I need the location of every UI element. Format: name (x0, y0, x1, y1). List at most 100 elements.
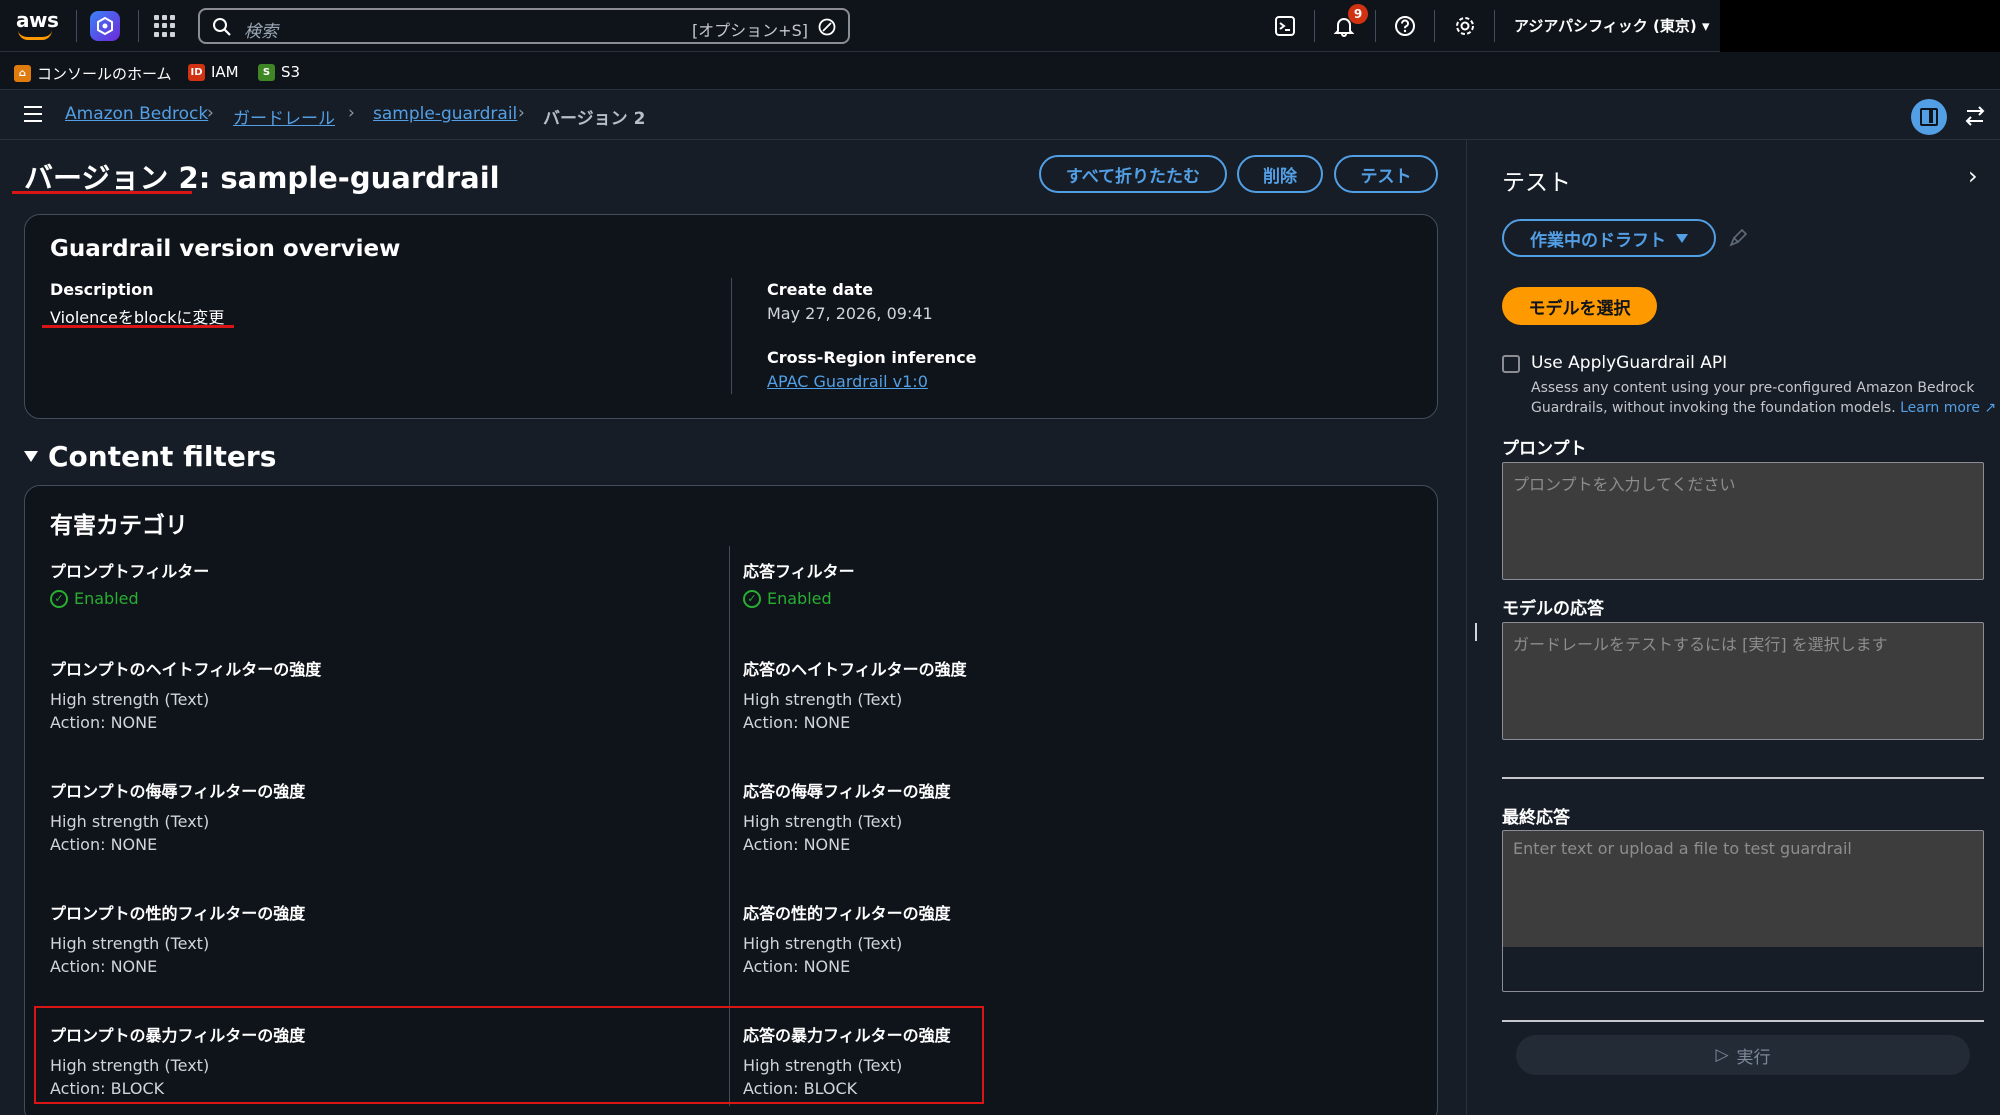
collapse-panel-chevron-icon[interactable]: › (1968, 162, 1978, 190)
aws-logo[interactable]: aws (16, 8, 59, 44)
response-hate-filter: 応答のヘイトフィルターの強度 High strength (Text) Acti… (743, 656, 967, 732)
favorite-console-home[interactable]: ⌂ コンソールのホーム (14, 63, 172, 84)
final-response-label: 最終応答 (1502, 808, 1570, 828)
nav-divider (1375, 10, 1376, 42)
breadcrumb-sample-guardrail[interactable]: sample-guardrail (373, 104, 517, 124)
divider (1502, 1020, 1984, 1022)
cross-region-label: Cross-Region inference (767, 348, 977, 367)
split-panel-toggle-icon[interactable] (1911, 99, 1947, 135)
settings-gear-icon[interactable] (1451, 12, 1479, 40)
collapse-all-button[interactable]: すべて折りたたむ (1039, 155, 1227, 193)
cross-region-link[interactable]: APAC Guardrail v1:0 (767, 372, 928, 391)
highlight-underline (42, 325, 234, 328)
prompt-placeholder: プロンプトを入力してください (1513, 475, 1736, 494)
filter-strength: High strength (Text) (743, 812, 903, 831)
prompt-filter-label: プロンプトフィルター (50, 562, 210, 581)
description-line-text: Guardrails, without invoking the foundat… (1531, 400, 1896, 416)
favorite-label: IAM (211, 63, 239, 81)
filter-label: 応答の侮辱フィルターの強度 (743, 782, 951, 801)
harmful-categories-title: 有害カテゴリ (50, 513, 188, 539)
filter-label: 応答のヘイトフィルターの強度 (743, 660, 967, 679)
highlight-box (34, 1006, 984, 1104)
favorite-label: コンソールのホーム (37, 65, 172, 83)
search-input[interactable]: 検索 [オプション+S] (198, 8, 850, 44)
response-sexual-filter: 応答の性的フィルターの強度 High strength (Text) Actio… (743, 900, 951, 976)
response-insults-filter: 応答の侮辱フィルターの強度 High strength (Text) Actio… (743, 778, 951, 854)
cloudshell-icon[interactable] (1271, 12, 1299, 40)
apply-guardrail-description: Assess any content using your pre-config… (1531, 378, 1996, 418)
delete-button[interactable]: 削除 (1237, 155, 1323, 193)
description-line: Guardrails, without invoking the foundat… (1531, 398, 1996, 418)
aws-logo-text: aws (16, 8, 59, 32)
filter-strength: High strength (Text) (743, 934, 903, 953)
apply-guardrail-checkbox[interactable] (1502, 355, 1520, 373)
search-icon (213, 18, 231, 36)
favorite-s3[interactable]: S S3 (258, 63, 300, 81)
filter-action: Action: NONE (743, 957, 851, 976)
prompt-hate-filter: プロンプトのヘイトフィルターの強度 High strength (Text) A… (50, 656, 321, 732)
test-panel-title: テスト (1502, 170, 1571, 196)
prompt-sexual-filter: プロンプトの性的フィルターの強度 High strength (Text) Ac… (50, 900, 305, 976)
panel-resize-handle[interactable] (1475, 623, 1477, 641)
column-divider (731, 278, 732, 394)
s3-icon: S (258, 63, 275, 81)
breadcrumb-guardrails[interactable]: ガードレール (233, 104, 335, 129)
run-button-label: 実行 (1736, 1047, 1771, 1068)
chevron-right-icon: › (207, 103, 214, 123)
final-response-textarea[interactable]: Enter text or upload a file to test guar… (1502, 830, 1984, 992)
breadcrumb-amazon-bedrock[interactable]: Amazon Bedrock (65, 104, 208, 124)
favorite-label: S3 (281, 63, 301, 81)
services-grid-icon[interactable] (154, 15, 176, 37)
create-date-value: May 27, 2026, 09:41 (767, 304, 933, 323)
prompt-insults-filter: プロンプトの侮辱フィルターの強度 High strength (Text) Ac… (50, 778, 305, 854)
check-circle-icon: ✓ (743, 589, 761, 608)
help-icon[interactable] (1391, 12, 1419, 40)
iam-icon: ID (188, 63, 205, 81)
status-text: Enabled (74, 589, 139, 608)
swap-icon[interactable] (1964, 104, 1986, 132)
breadcrumb-current: バージョン 2 (543, 109, 646, 129)
nav-divider (1314, 10, 1315, 42)
external-link-icon: ↗ (1984, 400, 1997, 416)
prompt-textarea[interactable]: プロンプトを入力してください (1502, 462, 1984, 580)
clear-brush-icon[interactable] (1728, 228, 1748, 252)
test-button[interactable]: テスト (1334, 155, 1438, 193)
nav-divider (138, 10, 139, 42)
description-label: Description (50, 280, 154, 299)
nav-divider (76, 10, 77, 42)
region-selector[interactable]: アジアパシフィック (東京) ▾ (1514, 15, 1710, 36)
play-icon: ▷ (1715, 1045, 1729, 1065)
highlight-underline (12, 191, 192, 194)
final-response-placeholder: Enter text or upload a file to test guar… (1513, 839, 1852, 858)
content-filters-header[interactable]: Content filters (24, 440, 276, 473)
filter-strength: High strength (Text) (50, 812, 210, 831)
caret-down-icon: ▾ (1701, 17, 1710, 35)
notifications-badge: 9 (1348, 4, 1368, 24)
filter-strength: High strength (Text) (743, 690, 903, 709)
response-filter-label: 応答フィルター (743, 562, 855, 581)
nav-divider (1494, 10, 1495, 42)
filter-action: Action: NONE (50, 957, 158, 976)
check-circle-icon: ✓ (50, 589, 68, 608)
nav-divider (1434, 10, 1435, 42)
amazon-q-icon[interactable] (90, 11, 120, 41)
region-label: アジアパシフィック (東京) (1514, 17, 1697, 35)
top-navigation-blank (1720, 0, 2000, 52)
clear-search-icon[interactable] (818, 18, 836, 36)
divider (1502, 777, 1984, 779)
run-button[interactable]: ▷ 実行 (1516, 1035, 1970, 1075)
filter-action: Action: NONE (50, 713, 158, 732)
filter-strength: High strength (Text) (50, 690, 210, 709)
model-response-textarea[interactable]: ガードレールをテストするには [実行] を選択します (1502, 622, 1984, 740)
learn-more-link[interactable]: Learn more (1900, 400, 1980, 416)
favorite-iam[interactable]: ID IAM (188, 63, 239, 81)
search-placeholder: 検索 (244, 22, 278, 42)
description-line: Assess any content using your pre-config… (1531, 380, 1975, 396)
model-response-placeholder: ガードレールをテストするには [実行] を選択します (1513, 635, 1888, 654)
aws-smile-icon (18, 30, 52, 40)
status-text: Enabled (767, 589, 832, 608)
menu-hamburger-icon[interactable] (24, 106, 42, 122)
prompt-label: プロンプト (1502, 439, 1587, 459)
select-model-button[interactable]: モデルを選択 (1502, 287, 1657, 325)
draft-version-dropdown[interactable]: 作業中のドラフト (1502, 219, 1716, 257)
